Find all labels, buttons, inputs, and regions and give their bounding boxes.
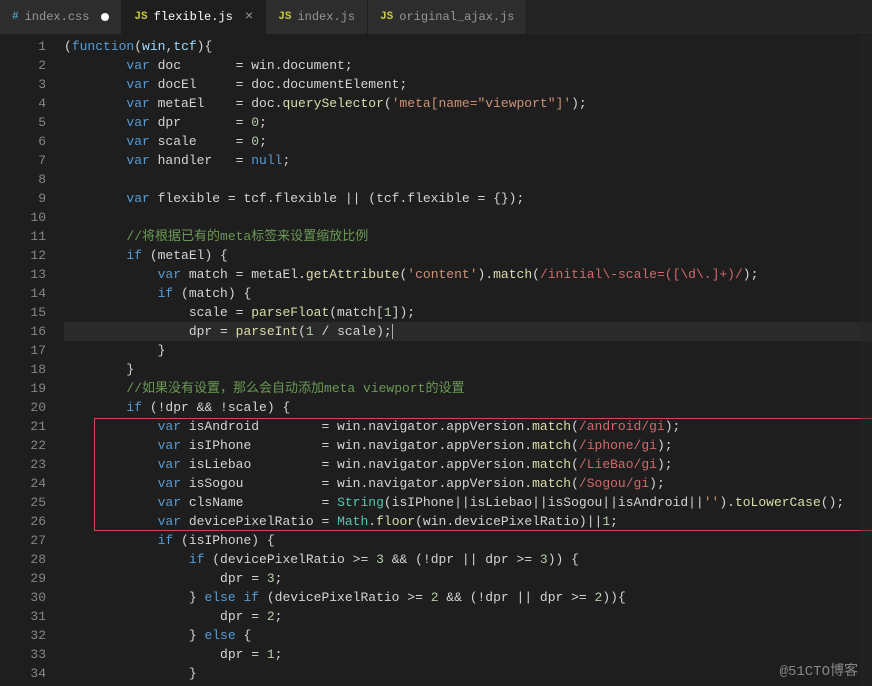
line-number: 25 [0,493,46,512]
line-number: 30 [0,588,46,607]
line-number: 6 [0,132,46,151]
line-gutter: 1 2 3 4 5 6 7 8 9 10 11 12 13 14 15 16 1… [0,35,64,686]
line-number: 3 [0,75,46,94]
tab-label: index.css [25,10,90,24]
css-icon: # [12,11,19,23]
tab-flexible-js[interactable]: JS flexible.js × [122,0,266,34]
line-number: 23 [0,455,46,474]
line-number: 27 [0,531,46,550]
tab-label: flexible.js [154,10,233,24]
line-number: 11 [0,227,46,246]
line-number: 8 [0,170,46,189]
tab-label: original_ajax.js [399,10,514,24]
editor: 1 2 3 4 5 6 7 8 9 10 11 12 13 14 15 16 1… [0,35,872,686]
line-number: 32 [0,626,46,645]
line-number: 12 [0,246,46,265]
tab-bar: # index.css JS flexible.js × JS index.js… [0,0,872,35]
line-number: 4 [0,94,46,113]
line-number: 1 [0,37,46,56]
watermark: @51CTO博客 [780,660,858,680]
tab-label: index.js [297,10,355,24]
line-number: 14 [0,284,46,303]
js-icon: JS [380,11,393,23]
line-number: 29 [0,569,46,588]
tab-original-ajax-js[interactable]: JS original_ajax.js [368,0,527,34]
minimap[interactable] [860,35,872,686]
line-number: 16 [0,322,46,341]
line-number: 2 [0,56,46,75]
line-number: 10 [0,208,46,227]
line-number: 26 [0,512,46,531]
code-area[interactable]: (function(win,tcf){ var doc = win.docume… [64,35,872,686]
line-number: 18 [0,360,46,379]
line-number: 20 [0,398,46,417]
line-number: 7 [0,151,46,170]
line-number: 17 [0,341,46,360]
tab-index-css[interactable]: # index.css [0,0,122,34]
line-number: 24 [0,474,46,493]
line-number: 31 [0,607,46,626]
line-number: 5 [0,113,46,132]
close-icon[interactable]: × [245,9,253,25]
dirty-indicator-icon [101,13,109,21]
line-number: 13 [0,265,46,284]
line-number: 22 [0,436,46,455]
js-icon: JS [278,11,291,23]
line-number: 19 [0,379,46,398]
line-number: 34 [0,664,46,683]
line-number: 21 [0,417,46,436]
line-number: 15 [0,303,46,322]
text-cursor [392,324,393,339]
js-icon: JS [134,11,147,23]
line-number: 28 [0,550,46,569]
line-number: 9 [0,189,46,208]
tab-index-js[interactable]: JS index.js [266,0,368,34]
line-number: 33 [0,645,46,664]
